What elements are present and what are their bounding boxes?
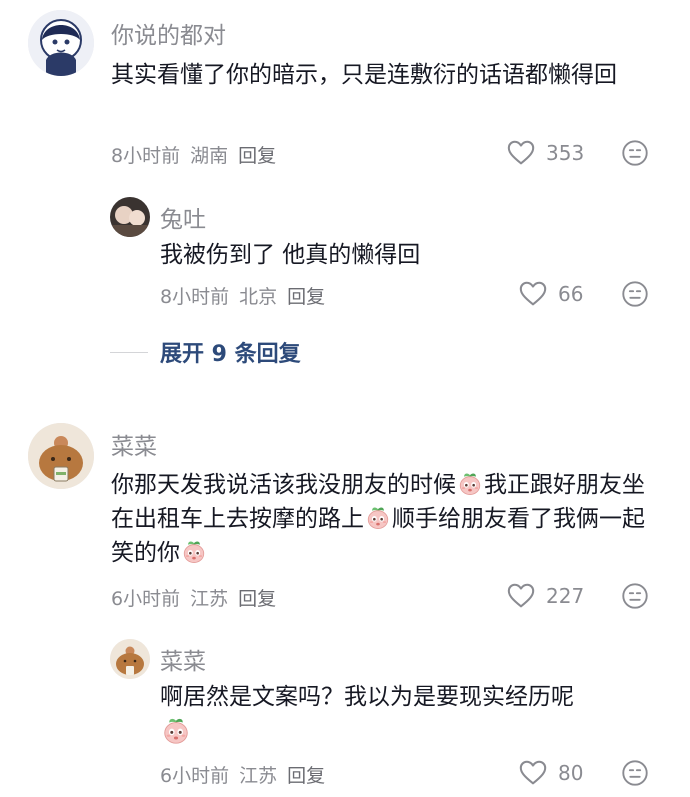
comment-text-part: 啊居然是文案吗？我以为是要现实经历呢 <box>160 684 574 710</box>
comment-meta: 8小时前 北京 回复 <box>160 282 325 309</box>
peach-emoji-icon <box>181 539 207 565</box>
like-button[interactable]: 227 <box>506 581 584 611</box>
meh-face-icon <box>620 758 650 788</box>
reply-button[interactable]: 回复 <box>238 584 276 611</box>
peach-emoji-icon <box>161 716 191 746</box>
expand-replies-button[interactable]: 展开 9 条回复 <box>110 336 301 368</box>
comment-time: 6小时前 <box>111 588 181 610</box>
like-button[interactable]: 66 <box>518 279 583 309</box>
heart-outline-icon <box>506 138 536 168</box>
dislike-button[interactable] <box>620 581 650 615</box>
comment-location: 江苏 <box>190 588 229 610</box>
meh-face-icon <box>620 279 650 309</box>
like-count: 353 <box>546 141 585 165</box>
comment-time: 6小时前 <box>160 765 230 787</box>
dislike-button[interactable] <box>620 279 650 313</box>
like-count: 227 <box>546 584 585 608</box>
comment-time: 8小时前 <box>111 145 181 167</box>
reply-item: 兔吐 我被伤到了 他真的懒得回 8小时前 北京 回复 66 <box>0 190 690 320</box>
reply-button[interactable]: 回复 <box>238 141 276 168</box>
comment-meta: 8小时前 湖南 回复 <box>111 141 276 168</box>
like-button[interactable]: 353 <box>506 138 584 168</box>
comment-text: 我被伤到了 他真的懒得回 <box>160 242 421 268</box>
peach-emoji-icon <box>457 471 483 497</box>
comment-meta: 6小时前 江苏 回复 <box>160 761 325 788</box>
avatar[interactable] <box>28 423 94 489</box>
username[interactable]: 你说的都对 <box>111 16 226 50</box>
heart-outline-icon <box>518 758 548 788</box>
like-count: 66 <box>558 282 584 306</box>
divider-line <box>110 351 148 353</box>
comment-text-part: 你那天发我说活该我没朋友的时候 <box>111 472 456 498</box>
meh-face-icon <box>620 581 650 611</box>
username[interactable]: 菜菜 <box>111 427 157 461</box>
peach-emoji-icon <box>365 505 391 531</box>
avatar[interactable] <box>110 197 150 237</box>
expand-replies-label: 展开 9 条回复 <box>160 342 301 367</box>
dislike-button[interactable] <box>620 138 650 172</box>
comment-text: 啊居然是文案吗？我以为是要现实经历呢 <box>160 680 660 751</box>
comment-item: 菜菜 你那天发我说活该我没朋友的时候 我正跟好朋友坐在出租车上去按摩的路上 顺手给朋… <box>0 405 690 620</box>
comment-text: 你那天发我说活该我没朋友的时候 我正跟好朋友坐在出租车上去按摩的路上 顺手给朋友看了… <box>111 468 656 570</box>
like-count: 80 <box>558 761 584 785</box>
comment-location: 江苏 <box>239 765 278 787</box>
avatar[interactable] <box>28 10 94 76</box>
comment-item: 你说的都对 其实看懂了你的暗示，只是连敷衍的话语都懒得回 8小时前 湖南 回复 … <box>0 0 690 190</box>
username[interactable]: 兔吐 <box>160 200 206 234</box>
meh-face-icon <box>620 138 650 168</box>
reply-button[interactable]: 回复 <box>287 761 325 788</box>
comment-meta: 6小时前 江苏 回复 <box>111 584 276 611</box>
comment-time: 8小时前 <box>160 286 230 308</box>
dislike-button[interactable] <box>620 758 650 792</box>
comment-text: 其实看懂了你的暗示，只是连敷衍的话语都懒得回 <box>111 62 617 88</box>
username[interactable]: 菜菜 <box>160 642 206 676</box>
comment-location: 北京 <box>239 286 278 308</box>
reply-button[interactable]: 回复 <box>287 282 325 309</box>
heart-outline-icon <box>518 279 548 309</box>
avatar[interactable] <box>110 639 150 679</box>
heart-outline-icon <box>506 581 536 611</box>
reply-item: 菜菜 啊居然是文案吗？我以为是要现实经历呢 6小时前 江苏 回复 80 <box>0 630 690 797</box>
like-button[interactable]: 80 <box>518 758 583 788</box>
comment-location: 湖南 <box>190 145 229 167</box>
